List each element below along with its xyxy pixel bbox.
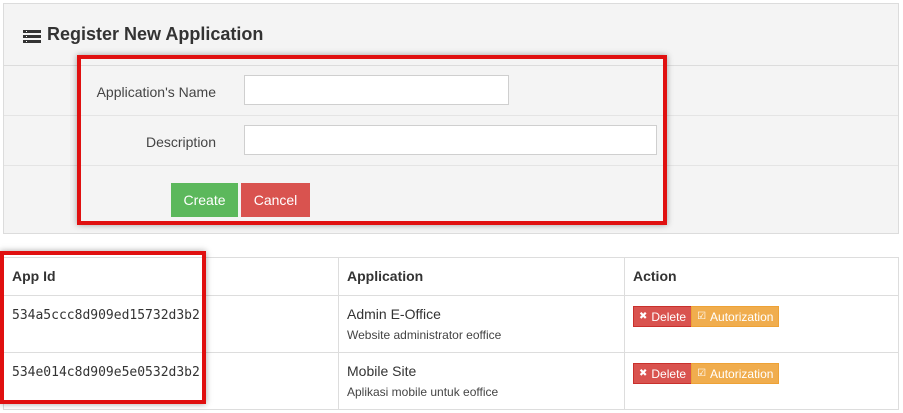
- times-icon: ✖: [639, 311, 648, 322]
- table-row: 534e014c8d909e5e0532d3b2 Mobile Site Apl…: [3, 352, 899, 410]
- panel-header: Register New Application: [4, 4, 898, 66]
- panel-title-text: Register New Application: [47, 24, 264, 44]
- app-name-input[interactable]: [244, 75, 509, 105]
- delete-button[interactable]: ✖ Delete: [633, 363, 693, 384]
- application-cell: Admin E-Office Website administrator eof…: [338, 295, 625, 353]
- table-header-row: App Id Application Action: [3, 257, 899, 296]
- delete-label: Delete: [651, 309, 687, 324]
- panel-title: Register New Application: [23, 24, 263, 45]
- app-description: Website administrator eoffice: [347, 328, 502, 342]
- form-divider: [4, 115, 898, 116]
- action-cell: ✖ Delete ☑ Autorization: [624, 352, 899, 410]
- cancel-button[interactable]: Cancel: [241, 183, 310, 217]
- list-icon: [23, 28, 41, 43]
- create-button[interactable]: Create: [171, 183, 238, 217]
- description-label: Description: [145, 134, 216, 150]
- times-icon: ✖: [639, 368, 648, 379]
- app-name: Mobile Site: [347, 363, 417, 379]
- check-square-icon: ☑: [697, 311, 707, 322]
- app-id-cell: 534e014c8d909e5e0532d3b2: [3, 352, 339, 410]
- action-cell: ✖ Delete ☑ Autorization: [624, 295, 899, 353]
- delete-button[interactable]: ✖ Delete: [633, 306, 693, 327]
- app-id: 534e014c8d909e5e0532d3b2: [12, 365, 200, 380]
- form-divider: [4, 165, 898, 166]
- description-input[interactable]: [244, 125, 657, 155]
- app-name: Admin E-Office: [347, 306, 441, 322]
- authorization-button[interactable]: ☑ Autorization: [691, 306, 780, 327]
- table-row: 534a5ccc8d909ed15732d3b2 Admin E-Office …: [3, 295, 899, 353]
- register-app-panel: Register New Application Application's N…: [3, 3, 899, 234]
- application-cell: Mobile Site Aplikasi mobile untuk eoffic…: [338, 352, 625, 410]
- col-action: Action: [624, 257, 899, 296]
- delete-label: Delete: [651, 366, 687, 381]
- authorization-label: Autorization: [710, 309, 774, 324]
- app-id: 534a5ccc8d909ed15732d3b2: [12, 308, 200, 323]
- check-square-icon: ☑: [697, 368, 707, 379]
- app-name-label: Application's Name: [96, 84, 216, 100]
- authorization-label: Autorization: [710, 366, 774, 381]
- app-id-cell: 534a5ccc8d909ed15732d3b2: [3, 295, 339, 353]
- authorization-button[interactable]: ☑ Autorization: [691, 363, 780, 384]
- col-app-id: App Id: [3, 257, 339, 296]
- col-application: Application: [338, 257, 625, 296]
- applications-table: App Id Application Action 534a5ccc8d909e…: [3, 257, 899, 410]
- app-description: Aplikasi mobile untuk eoffice: [347, 385, 499, 399]
